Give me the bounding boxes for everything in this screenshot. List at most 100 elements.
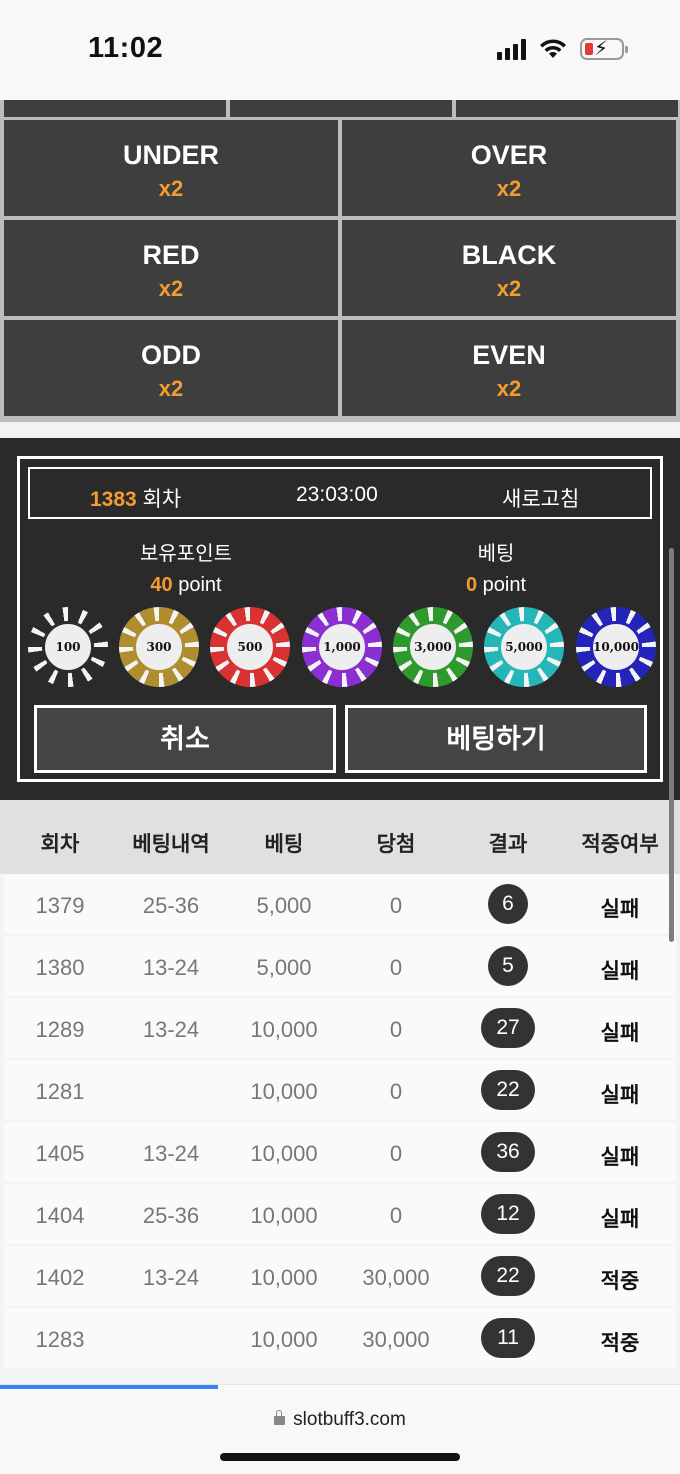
table-row: 1283 10,000 30,000 11 적중 [4, 1308, 676, 1368]
result-ball: 6 [488, 884, 528, 924]
bet-option-under[interactable]: UNDER x2 [4, 120, 338, 216]
lock-icon [274, 1410, 286, 1425]
cell-bet-amount: 10,000 [250, 1079, 318, 1104]
cellular-signal-icon [497, 38, 526, 60]
chip-3000[interactable]: 3,000 [393, 607, 473, 687]
cell-hit-status: 실패 [600, 898, 640, 921]
held-points: 보유포인트 40 point [66, 537, 306, 597]
table-row: 1380 13-24 5,000 0 5 실패 [4, 936, 676, 996]
bet-option-label: UNDER [122, 140, 219, 170]
wifi-icon [540, 39, 566, 58]
cell-round: 1380 [35, 955, 85, 980]
bet-cell-partial[interactable] [4, 100, 226, 117]
scrollbar[interactable] [669, 548, 674, 942]
bet-option-label: EVEN [472, 340, 546, 370]
result-ball: 12 [481, 1194, 535, 1234]
cell-win-amount: 0 [389, 1203, 403, 1228]
chip-100[interactable]: 100 [28, 607, 108, 687]
cell-win-amount: 30,000 [362, 1327, 430, 1352]
battery-icon: ⚡ [580, 38, 628, 60]
chip-value: 300 [133, 621, 185, 673]
cell-bet-amount: 5,000 [256, 893, 312, 918]
chip-500[interactable]: 500 [210, 607, 290, 687]
cell-bet-amount: 10,000 [250, 1203, 318, 1228]
page-load-progress [0, 1385, 218, 1389]
result-ball: 11 [481, 1318, 535, 1358]
chip-300[interactable]: 300 [119, 607, 199, 687]
cell-hit-status: 실패 [600, 1146, 640, 1169]
bet-option-label: OVER [470, 140, 548, 170]
cell-win-amount: 0 [389, 1017, 403, 1042]
cell-round: 1402 [35, 1265, 85, 1290]
bet-option-black[interactable]: BLACK x2 [342, 220, 676, 316]
betting-panel: 1383 회차 23:03:00 새로고침 보유포인트 40 point 베팅 … [17, 456, 663, 782]
status-bar: 11:02 ⚡ [0, 0, 680, 100]
bet-option-multiplier: x2 [158, 176, 184, 201]
chip-value: 100 [42, 621, 94, 673]
bet-points: 베팅 0 point [376, 537, 616, 597]
chip-value: 1,000 [316, 621, 368, 673]
chip-1000[interactable]: 1,000 [302, 607, 382, 687]
bet-points-label: 베팅 [477, 543, 515, 565]
bet-history-table: 회차 베팅내역 베팅 당첨 결과 적중여부 1379 25-36 5,000 0 6 실패… [0, 800, 680, 1370]
cell-bet-amount: 10,000 [250, 1265, 318, 1290]
cell-hit-status: 적중 [600, 1270, 640, 1293]
cell-win-amount: 30,000 [362, 1265, 430, 1290]
cell-round: 1281 [35, 1079, 85, 1104]
bet-option-red[interactable]: RED x2 [4, 220, 338, 316]
round-timer: 23:03:00 [296, 483, 378, 506]
cell-bet-detail: 25-36 [142, 893, 200, 918]
table-row: 1404 25-36 10,000 0 12 실패 [4, 1184, 676, 1244]
chip-10000[interactable]: 10,000 [576, 607, 656, 687]
cell-bet-detail: 13-24 [142, 1265, 200, 1290]
result-ball: 5 [488, 946, 528, 986]
place-bet-button[interactable]: 베팅하기 [345, 705, 647, 773]
result-ball: 22 [481, 1256, 535, 1296]
chip-value: 5,000 [498, 621, 550, 673]
bet-option-multiplier: x2 [496, 376, 522, 401]
round-indicator: 1383 회차 [90, 483, 181, 513]
result-ball: 27 [481, 1008, 535, 1048]
bet-option-label: ODD [141, 340, 201, 370]
bet-points-value: 0 [465, 574, 478, 596]
bet-options-grid: UNDER x2 OVER x2 RED x2 BLACK x2 ODD x2 … [0, 100, 680, 422]
address-display[interactable]: slotbuff3.com [0, 1409, 680, 1431]
bet-cell-partial[interactable] [230, 100, 452, 117]
held-points-label: 보유포인트 [140, 543, 232, 565]
bet-option-over[interactable]: OVER x2 [342, 120, 676, 216]
cell-bet-detail: 13-24 [142, 1017, 200, 1042]
cell-win-amount: 0 [389, 893, 403, 918]
bet-option-label: RED [142, 240, 200, 270]
cell-round: 1405 [35, 1141, 85, 1166]
bet-option-multiplier: x2 [496, 276, 522, 301]
round-info-bar: 1383 회차 23:03:00 새로고침 [28, 467, 652, 519]
point-unit: point [172, 574, 222, 596]
column-header-bet-amount: 베팅 [264, 833, 304, 856]
cell-round: 1404 [35, 1203, 85, 1228]
browser-address-bar[interactable]: slotbuff3.com [0, 1384, 680, 1474]
cell-hit-status: 적중 [600, 1332, 640, 1355]
table-row: 1379 25-36 5,000 0 6 실패 [4, 874, 676, 934]
table-header: 회차 베팅내역 베팅 당첨 결과 적중여부 [0, 800, 680, 874]
cell-bet-amount: 10,000 [250, 1327, 318, 1352]
table-row: 1281 10,000 0 22 실패 [4, 1060, 676, 1120]
betting-panel-background: 1383 회차 23:03:00 새로고침 보유포인트 40 point 베팅 … [0, 438, 680, 800]
status-icons: ⚡ [497, 38, 628, 60]
bet-option-odd[interactable]: ODD x2 [4, 320, 338, 416]
chip-value: 10,000 [590, 621, 642, 673]
cell-bet-amount: 10,000 [250, 1141, 318, 1166]
chip-5000[interactable]: 5,000 [484, 607, 564, 687]
refresh-button[interactable]: 새로고침 [502, 483, 579, 513]
chip-value: 500 [224, 621, 276, 673]
bet-cell-partial[interactable] [456, 100, 678, 117]
point-unit: point [477, 574, 527, 596]
cell-hit-status: 실패 [600, 960, 640, 983]
bet-option-even[interactable]: EVEN x2 [342, 320, 676, 416]
cell-round: 1283 [35, 1327, 85, 1352]
cancel-button[interactable]: 취소 [34, 705, 336, 773]
home-indicator[interactable] [220, 1453, 460, 1461]
table-row: 1289 13-24 10,000 0 27 실패 [4, 998, 676, 1058]
cell-bet-detail: 25-36 [142, 1203, 200, 1228]
column-header-round: 회차 [40, 833, 80, 856]
bet-option-multiplier: x2 [158, 376, 184, 401]
